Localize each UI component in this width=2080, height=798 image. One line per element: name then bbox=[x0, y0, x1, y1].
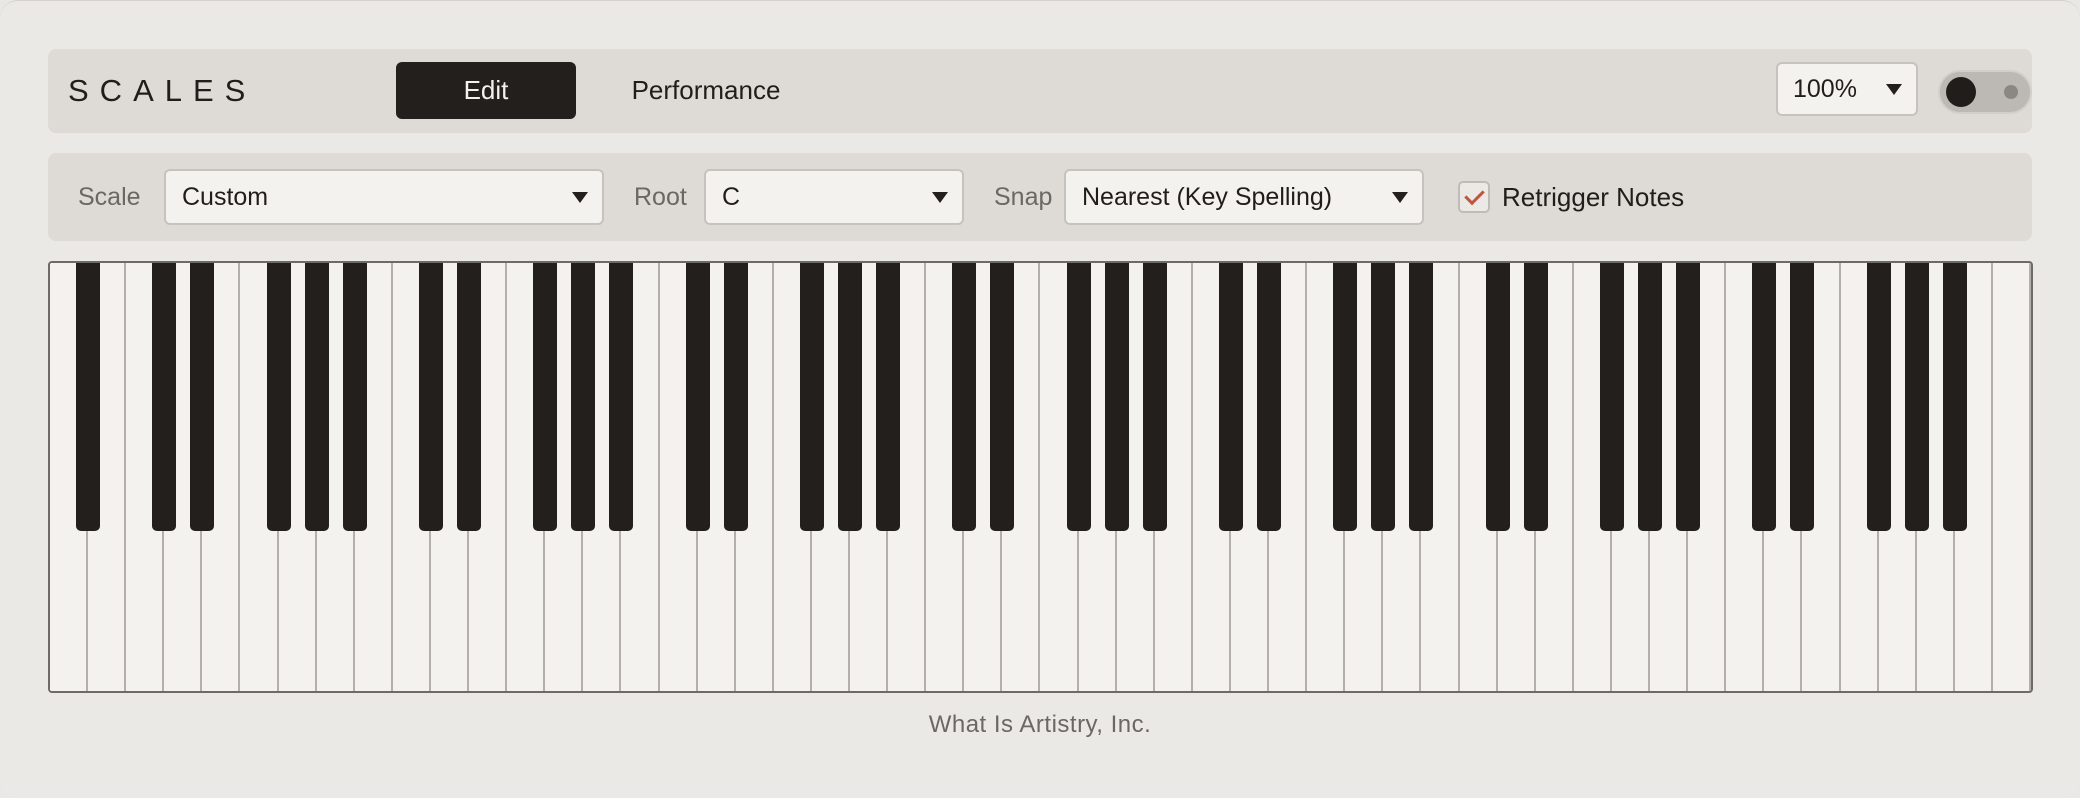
piano-keyboard[interactable] bbox=[48, 261, 2033, 693]
chevron-down-icon bbox=[1886, 84, 1902, 95]
black-key[interactable] bbox=[1218, 263, 1243, 531]
black-key[interactable] bbox=[457, 263, 482, 531]
checkmark-icon bbox=[1464, 184, 1485, 206]
snap-value: Nearest (Key Spelling) bbox=[1082, 183, 1333, 211]
black-key[interactable] bbox=[1371, 263, 1396, 531]
black-key[interactable] bbox=[1523, 263, 1548, 531]
black-key[interactable] bbox=[1866, 263, 1891, 531]
tab-edit[interactable]: Edit bbox=[396, 62, 576, 119]
black-key[interactable] bbox=[533, 263, 558, 531]
black-key[interactable] bbox=[799, 263, 824, 531]
root-label: Root bbox=[634, 183, 687, 211]
black-key[interactable] bbox=[1638, 263, 1663, 531]
black-key[interactable] bbox=[1066, 263, 1091, 531]
toggle-knob bbox=[1946, 77, 1976, 107]
black-key[interactable] bbox=[990, 263, 1015, 531]
black-key[interactable] bbox=[190, 263, 215, 531]
black-key[interactable] bbox=[304, 263, 329, 531]
snap-select[interactable]: Nearest (Key Spelling) bbox=[1064, 169, 1424, 225]
black-key[interactable] bbox=[1942, 263, 1967, 531]
black-key[interactable] bbox=[1333, 263, 1358, 531]
toggle-indicator-icon bbox=[2004, 85, 2018, 99]
black-key[interactable] bbox=[571, 263, 596, 531]
black-key[interactable] bbox=[1104, 263, 1129, 531]
scale-value: Custom bbox=[182, 183, 269, 211]
scale-select[interactable]: Custom bbox=[164, 169, 604, 225]
black-key[interactable] bbox=[723, 263, 748, 531]
app-title: SCALES bbox=[68, 73, 257, 108]
app-window: SCALES Edit Performance 100% Scale Custo… bbox=[0, 0, 2080, 798]
scale-label: Scale bbox=[78, 183, 141, 211]
black-key[interactable] bbox=[1409, 263, 1434, 531]
footer-credit: What Is Artistry, Inc. bbox=[928, 711, 1152, 738]
black-key[interactable] bbox=[609, 263, 634, 531]
black-key[interactable] bbox=[418, 263, 443, 531]
black-key[interactable] bbox=[1752, 263, 1777, 531]
black-key[interactable] bbox=[1142, 263, 1167, 531]
retrigger-checkbox[interactable] bbox=[1458, 181, 1490, 213]
power-toggle[interactable] bbox=[1938, 70, 2032, 114]
black-key[interactable] bbox=[1599, 263, 1624, 531]
black-key[interactable] bbox=[1904, 263, 1929, 531]
retrigger-label[interactable]: Retrigger Notes bbox=[1502, 153, 1684, 241]
chevron-down-icon bbox=[1392, 192, 1408, 203]
root-value: C bbox=[722, 183, 741, 211]
black-key[interactable] bbox=[266, 263, 291, 531]
white-key[interactable] bbox=[1992, 263, 2031, 691]
black-key[interactable] bbox=[152, 263, 177, 531]
snap-label: Snap bbox=[994, 183, 1053, 211]
black-key[interactable] bbox=[952, 263, 977, 531]
black-key[interactable] bbox=[1485, 263, 1510, 531]
black-key[interactable] bbox=[1790, 263, 1815, 531]
chevron-down-icon bbox=[932, 192, 948, 203]
controls-bar: Scale Custom Root C Snap Nearest (Key Sp… bbox=[48, 153, 2032, 241]
black-key[interactable] bbox=[685, 263, 710, 531]
black-key[interactable] bbox=[342, 263, 367, 531]
black-key[interactable] bbox=[838, 263, 863, 531]
black-key[interactable] bbox=[1257, 263, 1282, 531]
zoom-value: 100% bbox=[1793, 75, 1857, 103]
tab-performance[interactable]: Performance bbox=[606, 62, 806, 119]
black-key[interactable] bbox=[876, 263, 901, 531]
zoom-select[interactable]: 100% bbox=[1776, 62, 1918, 116]
black-key[interactable] bbox=[76, 263, 101, 531]
header-bar: SCALES Edit Performance 100% bbox=[48, 49, 2032, 133]
root-select[interactable]: C bbox=[704, 169, 964, 225]
chevron-down-icon bbox=[572, 192, 588, 203]
black-key[interactable] bbox=[1676, 263, 1701, 531]
